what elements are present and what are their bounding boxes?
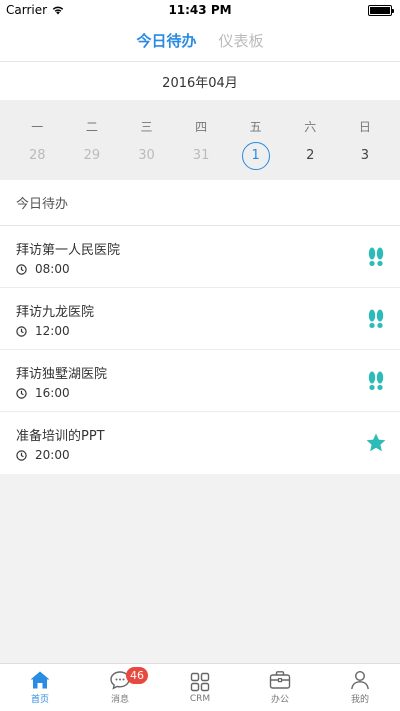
weekday-names: 一 二 三 四 五 六 日 bbox=[0, 118, 400, 135]
clock-icon bbox=[16, 387, 27, 399]
star-icon[interactable] bbox=[364, 431, 388, 455]
task-title: 准备培训的PPT bbox=[16, 429, 105, 444]
week-strip: 一 二 三 四 五 六 日 28 29 30 31 1 2 3 bbox=[0, 100, 400, 180]
tab-messages[interactable]: 消息 46 bbox=[80, 664, 160, 711]
weekday-name: 四 bbox=[195, 120, 208, 134]
task-list: 拜访第一人民医院 08:00 拜访九龙医院 12:00 拜访独墅湖医院 16:0… bbox=[0, 226, 400, 474]
tab-today-todo[interactable]: 今日待办 bbox=[136, 30, 196, 51]
task-time: 16:00 bbox=[16, 386, 70, 400]
tab-office[interactable]: 办公 bbox=[240, 664, 320, 711]
week-dates: 28 29 30 31 1 2 3 bbox=[0, 142, 400, 170]
date-cell[interactable]: 28 bbox=[10, 142, 65, 170]
battery-icon bbox=[368, 4, 394, 16]
date-cell[interactable]: 3 bbox=[338, 142, 393, 170]
grid-icon bbox=[190, 672, 210, 691]
weekday-name: 五 bbox=[249, 120, 262, 134]
tab-profile[interactable]: 我的 bbox=[320, 664, 400, 711]
task-item[interactable]: 拜访第一人民医院 08:00 bbox=[0, 226, 400, 288]
unread-badge: 46 bbox=[126, 667, 148, 684]
home-icon bbox=[30, 671, 50, 689]
task-item[interactable]: 拜访独墅湖医院 16:00 bbox=[0, 350, 400, 412]
weekday-name: 二 bbox=[85, 120, 98, 134]
status-bar: Carrier 11:43 PM bbox=[0, 0, 400, 20]
task-time: 08:00 bbox=[16, 262, 70, 276]
task-title: 拜访第一人民医院 bbox=[16, 243, 121, 258]
tab-label: CRM bbox=[189, 693, 211, 704]
tab-crm[interactable]: CRM bbox=[160, 664, 240, 711]
task-title: 拜访九龙医院 bbox=[16, 305, 95, 320]
task-item[interactable]: 拜访九龙医院 12:00 bbox=[0, 288, 400, 350]
clock-icon bbox=[16, 263, 27, 275]
carrier-label: Carrier bbox=[6, 3, 48, 17]
tab-label: 首页 bbox=[30, 695, 49, 705]
task-title: 拜访独墅湖医院 bbox=[16, 367, 108, 382]
tab-home[interactable]: 首页 bbox=[0, 664, 80, 711]
date-cell[interactable]: 29 bbox=[65, 142, 120, 170]
tab-dashboard[interactable]: 仪表板 bbox=[219, 30, 264, 51]
footprints-icon[interactable] bbox=[364, 369, 388, 393]
weekday-name: 日 bbox=[358, 120, 371, 134]
date-cell[interactable]: 30 bbox=[119, 142, 174, 170]
task-item[interactable]: 准备培训的PPT 20:00 bbox=[0, 412, 400, 474]
date-cell[interactable]: 31 bbox=[174, 142, 229, 170]
weekday-name: 六 bbox=[304, 120, 317, 134]
month-label[interactable]: 2016年04月 bbox=[0, 62, 400, 100]
footprints-icon[interactable] bbox=[364, 245, 388, 269]
footprints-icon[interactable] bbox=[364, 307, 388, 331]
top-tabs: 今日待办 仪表板 bbox=[0, 20, 400, 62]
weekday-name: 一 bbox=[31, 120, 44, 134]
task-time-text: 08:00 bbox=[35, 262, 70, 276]
section-title: 今日待办 bbox=[0, 180, 400, 226]
date-cell[interactable]: 2 bbox=[283, 142, 338, 170]
task-time-text: 20:00 bbox=[35, 448, 70, 462]
task-time-text: 16:00 bbox=[35, 386, 70, 400]
task-time-text: 12:00 bbox=[35, 324, 70, 338]
wifi-icon bbox=[52, 6, 64, 15]
weekday-name: 三 bbox=[140, 120, 153, 134]
clock-icon bbox=[16, 449, 27, 461]
status-left: Carrier bbox=[6, 3, 65, 17]
tab-bar: 首页 消息 46 CRM 办公 我的 bbox=[0, 663, 400, 711]
tab-label: 我的 bbox=[350, 695, 369, 705]
tab-label: 消息 bbox=[110, 695, 129, 705]
date-cell-selected[interactable]: 1 bbox=[228, 142, 283, 170]
task-time: 20:00 bbox=[16, 448, 70, 462]
user-icon bbox=[351, 670, 369, 690]
clock-icon bbox=[16, 325, 27, 337]
task-time: 12:00 bbox=[16, 324, 70, 338]
selected-date-ring: 1 bbox=[241, 142, 270, 170]
tab-label: 办公 bbox=[270, 695, 289, 705]
briefcase-icon bbox=[269, 671, 291, 689]
